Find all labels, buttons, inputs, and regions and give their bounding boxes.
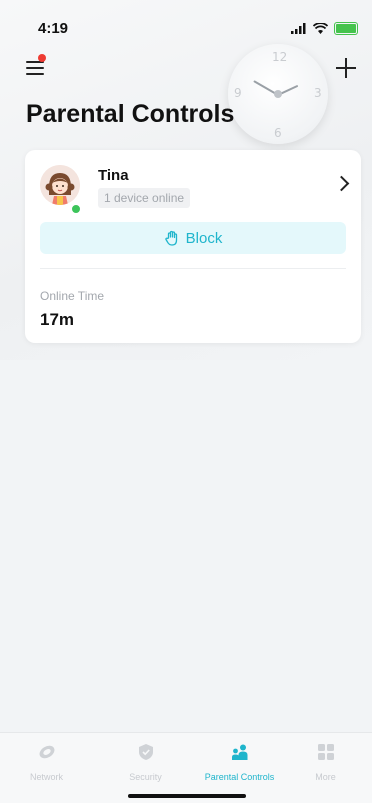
tab-network[interactable]: Network: [0, 743, 93, 782]
page-title: Parental Controls: [26, 100, 235, 128]
tab-bar: Network Security Parental Controls More: [0, 732, 372, 803]
wifi-icon: [313, 23, 328, 34]
avatar: [40, 165, 80, 205]
profile-name: Tina: [98, 167, 129, 184]
add-profile-button[interactable]: [334, 56, 358, 80]
hand-stop-icon: [164, 230, 177, 246]
network-icon: [39, 745, 54, 759]
signal-icon: [291, 23, 306, 34]
tab-parental-controls[interactable]: Parental Controls: [193, 743, 286, 782]
online-time-label: Online Time: [40, 289, 105, 303]
tab-security[interactable]: Security: [99, 743, 192, 782]
battery-icon: [334, 22, 358, 35]
profile-card[interactable]: Tina 1 device online Block Online Time 1…: [25, 150, 361, 343]
online-time-value: 17m: [40, 310, 75, 329]
clock-illustration: 12 3 6 9: [228, 44, 328, 144]
online-status-dot: [71, 204, 81, 214]
status-bar: 4:19: [0, 20, 372, 44]
tab-more[interactable]: More: [279, 743, 372, 782]
people-icon: [231, 744, 247, 760]
home-indicator: [128, 794, 246, 798]
block-label: Block: [185, 229, 223, 247]
block-button[interactable]: Block: [40, 222, 346, 254]
grid-icon: [317, 744, 334, 760]
status-time: 4:19: [38, 20, 69, 37]
menu-button[interactable]: [26, 54, 48, 78]
notification-dot: [38, 54, 46, 62]
device-status-badge: 1 device online: [98, 188, 191, 208]
divider: [40, 268, 346, 269]
shield-icon: [138, 744, 153, 760]
chevron-right-icon[interactable]: [333, 175, 350, 192]
